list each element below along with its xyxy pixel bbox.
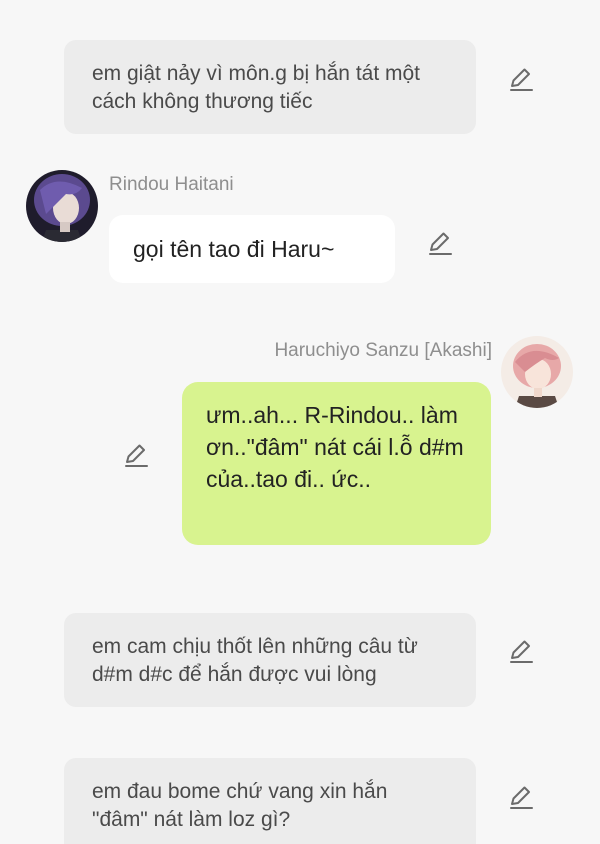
narration-message: em đau bome chứ vang xin hắn "đâm" nát l…	[64, 758, 476, 844]
edit-pencil-icon[interactable]	[122, 441, 150, 469]
narration-message: em giật nảy vì môn.g bị hắn tát một cách…	[64, 40, 476, 134]
edit-pencil-icon[interactable]	[426, 229, 454, 257]
avatar-image	[501, 336, 573, 408]
pencil-icon	[510, 786, 533, 809]
chat-bubble-right: ưm..ah... R-Rindou.. làm ơn.."đâm" nát c…	[182, 382, 491, 545]
chat-bubble-left: gọi tên tao đi Haru~	[109, 215, 395, 283]
pencil-icon	[510, 68, 533, 91]
narration-text: em cam chịu thốt lên những câu từ d#m d#…	[92, 635, 418, 686]
message-text: gọi tên tao đi Haru~	[133, 236, 335, 262]
avatar-rindou[interactable]	[26, 170, 98, 242]
sender-name: Haruchiyo Sanzu [Akashi]	[274, 340, 492, 361]
message-text: ưm..ah... R-Rindou.. làm ơn.."đâm" nát c…	[206, 402, 464, 492]
pencil-icon	[510, 640, 533, 663]
edit-pencil-icon[interactable]	[507, 637, 535, 665]
pencil-icon	[429, 232, 452, 255]
edit-pencil-icon[interactable]	[507, 783, 535, 811]
narration-text: em giật nảy vì môn.g bị hắn tát một cách…	[92, 62, 421, 113]
edit-pencil-icon[interactable]	[507, 65, 535, 93]
avatar-haruchiyo[interactable]	[501, 336, 573, 408]
avatar-image	[26, 170, 98, 242]
narration-text: em đau bome chứ vang xin hắn "đâm" nát l…	[92, 780, 388, 831]
sender-name: Rindou Haitani	[109, 174, 234, 195]
narration-message: em cam chịu thốt lên những câu từ d#m d#…	[64, 613, 476, 707]
pencil-icon	[125, 444, 148, 467]
